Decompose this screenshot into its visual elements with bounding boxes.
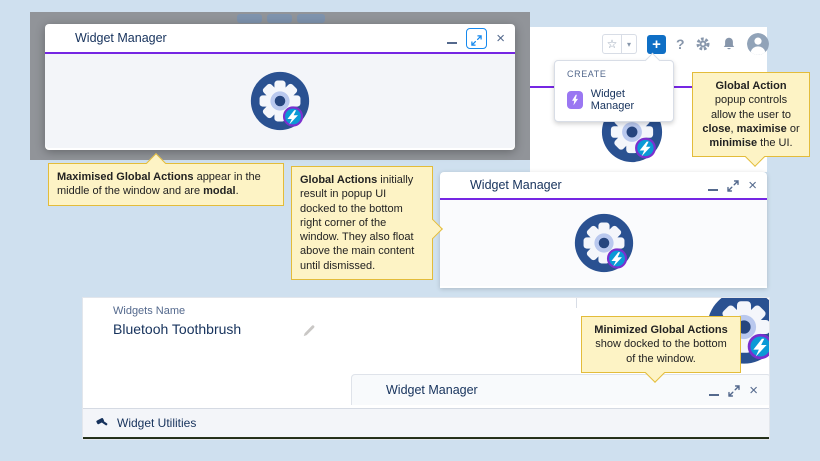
callout-text: Maximised Global Actions: [57, 171, 194, 183]
popup-body: [440, 200, 767, 286]
modal-header: Widget Manager ×: [45, 24, 515, 52]
gear-lightning-icon: [249, 70, 311, 132]
user-avatar[interactable]: [747, 33, 769, 55]
utility-bar[interactable]: Widget Utilities: [83, 408, 770, 437]
callout-text: or: [787, 123, 800, 135]
callout-text: popup controls allow the user to: [711, 94, 791, 120]
settings-gear-icon[interactable]: [695, 36, 711, 52]
gear-lightning-icon: [573, 212, 635, 274]
screenshot-stage: Widget Manager × ☆ ▾ + ?: [0, 0, 820, 461]
callout-text: minimise: [709, 137, 757, 149]
minimize-icon[interactable]: [709, 394, 719, 396]
callout-text: the UI.: [757, 137, 792, 149]
caret-down-icon[interactable]: ▾: [622, 34, 637, 54]
plus-icon: +: [652, 37, 661, 52]
callout-text: close: [702, 123, 730, 135]
create-menu-item[interactable]: Widget Manager: [555, 84, 673, 121]
minimized-window-bar[interactable]: Widget Manager ×: [351, 374, 770, 405]
dark-bottom-strip: [83, 437, 770, 440]
widget-manager-modal: Widget Manager ×: [45, 24, 515, 150]
star-icon[interactable]: ☆: [602, 34, 622, 54]
widget-manager-popup: Widget Manager ×: [440, 172, 767, 288]
hidden-tab: [237, 14, 262, 23]
callout-text: Minimized Global Actions: [594, 324, 727, 336]
maximize-icon[interactable]: [727, 179, 739, 191]
popup-header: Widget Manager ×: [440, 172, 767, 198]
hammer-icon: [95, 416, 109, 430]
hidden-tab: [297, 14, 325, 23]
app-header-icons: ☆ ▾ + ?: [602, 33, 769, 55]
panel-divider: [576, 298, 577, 308]
minimize-icon[interactable]: [447, 42, 457, 44]
callout-controls: Global Action popup controls allow the u…: [692, 72, 810, 157]
minimize-icon[interactable]: [708, 189, 718, 191]
callout-maximised: Maximised Global Actions appear in the m…: [48, 163, 284, 206]
field-value: Bluetooh Toothbrush: [113, 321, 241, 337]
favorites-button[interactable]: ☆ ▾: [602, 34, 637, 54]
callout-text: .: [236, 185, 239, 197]
close-icon[interactable]: ×: [748, 178, 757, 193]
window-title: Widget Manager: [75, 31, 447, 45]
help-button[interactable]: ?: [676, 36, 685, 52]
field-label: Widgets Name: [113, 305, 185, 317]
callout-text: maximise: [737, 123, 787, 135]
global-actions-button[interactable]: +: [647, 35, 666, 54]
callout-docked: Global Actions initially result in popup…: [291, 166, 433, 280]
callout-text: Global Actions: [300, 174, 377, 186]
maximize-icon[interactable]: [728, 384, 740, 396]
maximize-button[interactable]: [466, 28, 487, 49]
callout-text: Global Action: [715, 80, 786, 92]
modal-body: [45, 54, 515, 148]
callout-text: show docked to the bottom of the window.: [595, 338, 726, 364]
create-menu: CREATE Widget Manager: [554, 60, 674, 122]
close-icon[interactable]: ×: [749, 383, 758, 398]
close-icon[interactable]: ×: [496, 31, 505, 46]
bolt-icon: [567, 91, 583, 109]
callout-text: modal: [203, 185, 235, 197]
callout-minimized: Minimized Global Actions show docked to …: [581, 316, 741, 373]
utility-bar-label: Widget Utilities: [117, 416, 196, 430]
window-title: Widget Manager: [386, 383, 709, 397]
bell-icon[interactable]: [721, 36, 737, 52]
hidden-tab: [267, 14, 292, 23]
window-title: Widget Manager: [470, 178, 708, 192]
pencil-icon[interactable]: [301, 324, 316, 339]
maximize-icon: [471, 33, 482, 44]
create-item-label: Widget Manager: [591, 88, 661, 112]
callout-text: initially result in popup UI docked to t…: [300, 174, 414, 272]
